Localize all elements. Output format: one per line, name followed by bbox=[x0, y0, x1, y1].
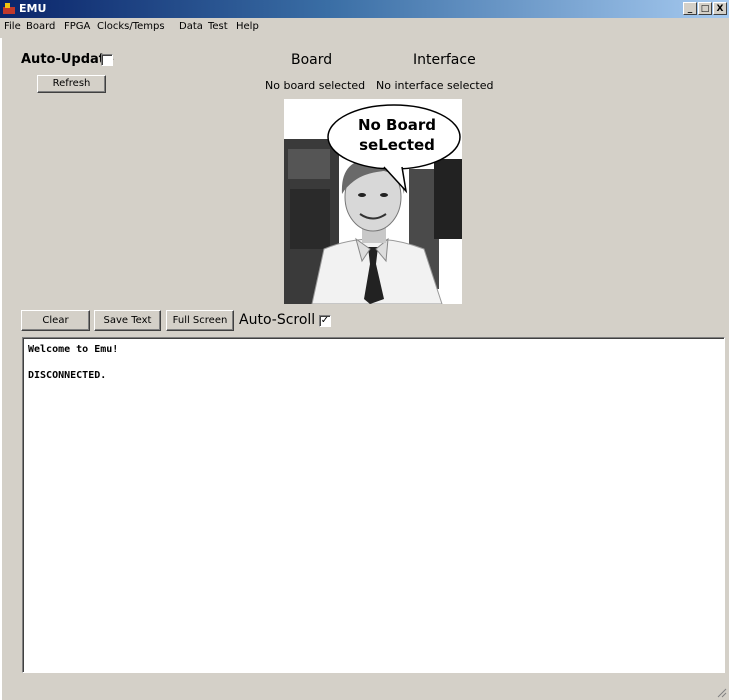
interface-heading: Interface bbox=[413, 52, 476, 68]
auto-update-label: Auto-Update bbox=[21, 52, 114, 67]
board-status: No board selected bbox=[265, 79, 366, 92]
maximize-button[interactable]: □ bbox=[698, 2, 712, 15]
speech-line-1: No Board bbox=[357, 116, 437, 134]
menu-bar: File Board FPGA Clocks/Temps Data Test H… bbox=[0, 18, 729, 38]
window-edge bbox=[0, 38, 2, 700]
refresh-button[interactable]: Refresh bbox=[37, 75, 106, 93]
clear-button[interactable]: Clear bbox=[21, 310, 90, 331]
save-text-button[interactable]: Save Text bbox=[94, 310, 161, 331]
menu-fpga[interactable]: FPGA bbox=[64, 21, 90, 32]
auto-scroll-label: Auto-Scroll bbox=[239, 312, 316, 328]
menu-help[interactable]: Help bbox=[236, 21, 259, 32]
title-bar[interactable]: EMU _ □ X bbox=[0, 0, 729, 18]
interface-status: No interface selected bbox=[376, 79, 494, 92]
console-line: Welcome to Emu! bbox=[28, 344, 119, 355]
minimize-button[interactable]: _ bbox=[683, 2, 697, 15]
menu-data[interactable]: Data bbox=[179, 21, 203, 32]
auto-update-checkbox[interactable] bbox=[101, 54, 113, 66]
console-line: DISCONNECTED. bbox=[28, 370, 107, 381]
full-screen-button[interactable]: Full Screen bbox=[166, 310, 234, 331]
console-output[interactable]: Welcome to Emu! DISCONNECTED. bbox=[22, 337, 725, 673]
menu-file[interactable]: File bbox=[4, 21, 21, 32]
board-heading: Board bbox=[291, 52, 333, 68]
no-board-picture: No Board seLected bbox=[284, 99, 462, 304]
auto-scroll-checkbox[interactable]: ✓ bbox=[319, 315, 331, 327]
menu-test[interactable]: Test bbox=[208, 21, 228, 32]
close-button[interactable]: X bbox=[713, 2, 727, 15]
menu-clocks-temps[interactable]: Clocks/Temps bbox=[97, 21, 165, 32]
speech-line-2: seLected bbox=[359, 136, 435, 154]
app-icon bbox=[3, 3, 15, 14]
window-title: EMU bbox=[19, 2, 47, 15]
resize-grip-icon[interactable] bbox=[717, 688, 727, 698]
menu-board[interactable]: Board bbox=[26, 21, 55, 32]
